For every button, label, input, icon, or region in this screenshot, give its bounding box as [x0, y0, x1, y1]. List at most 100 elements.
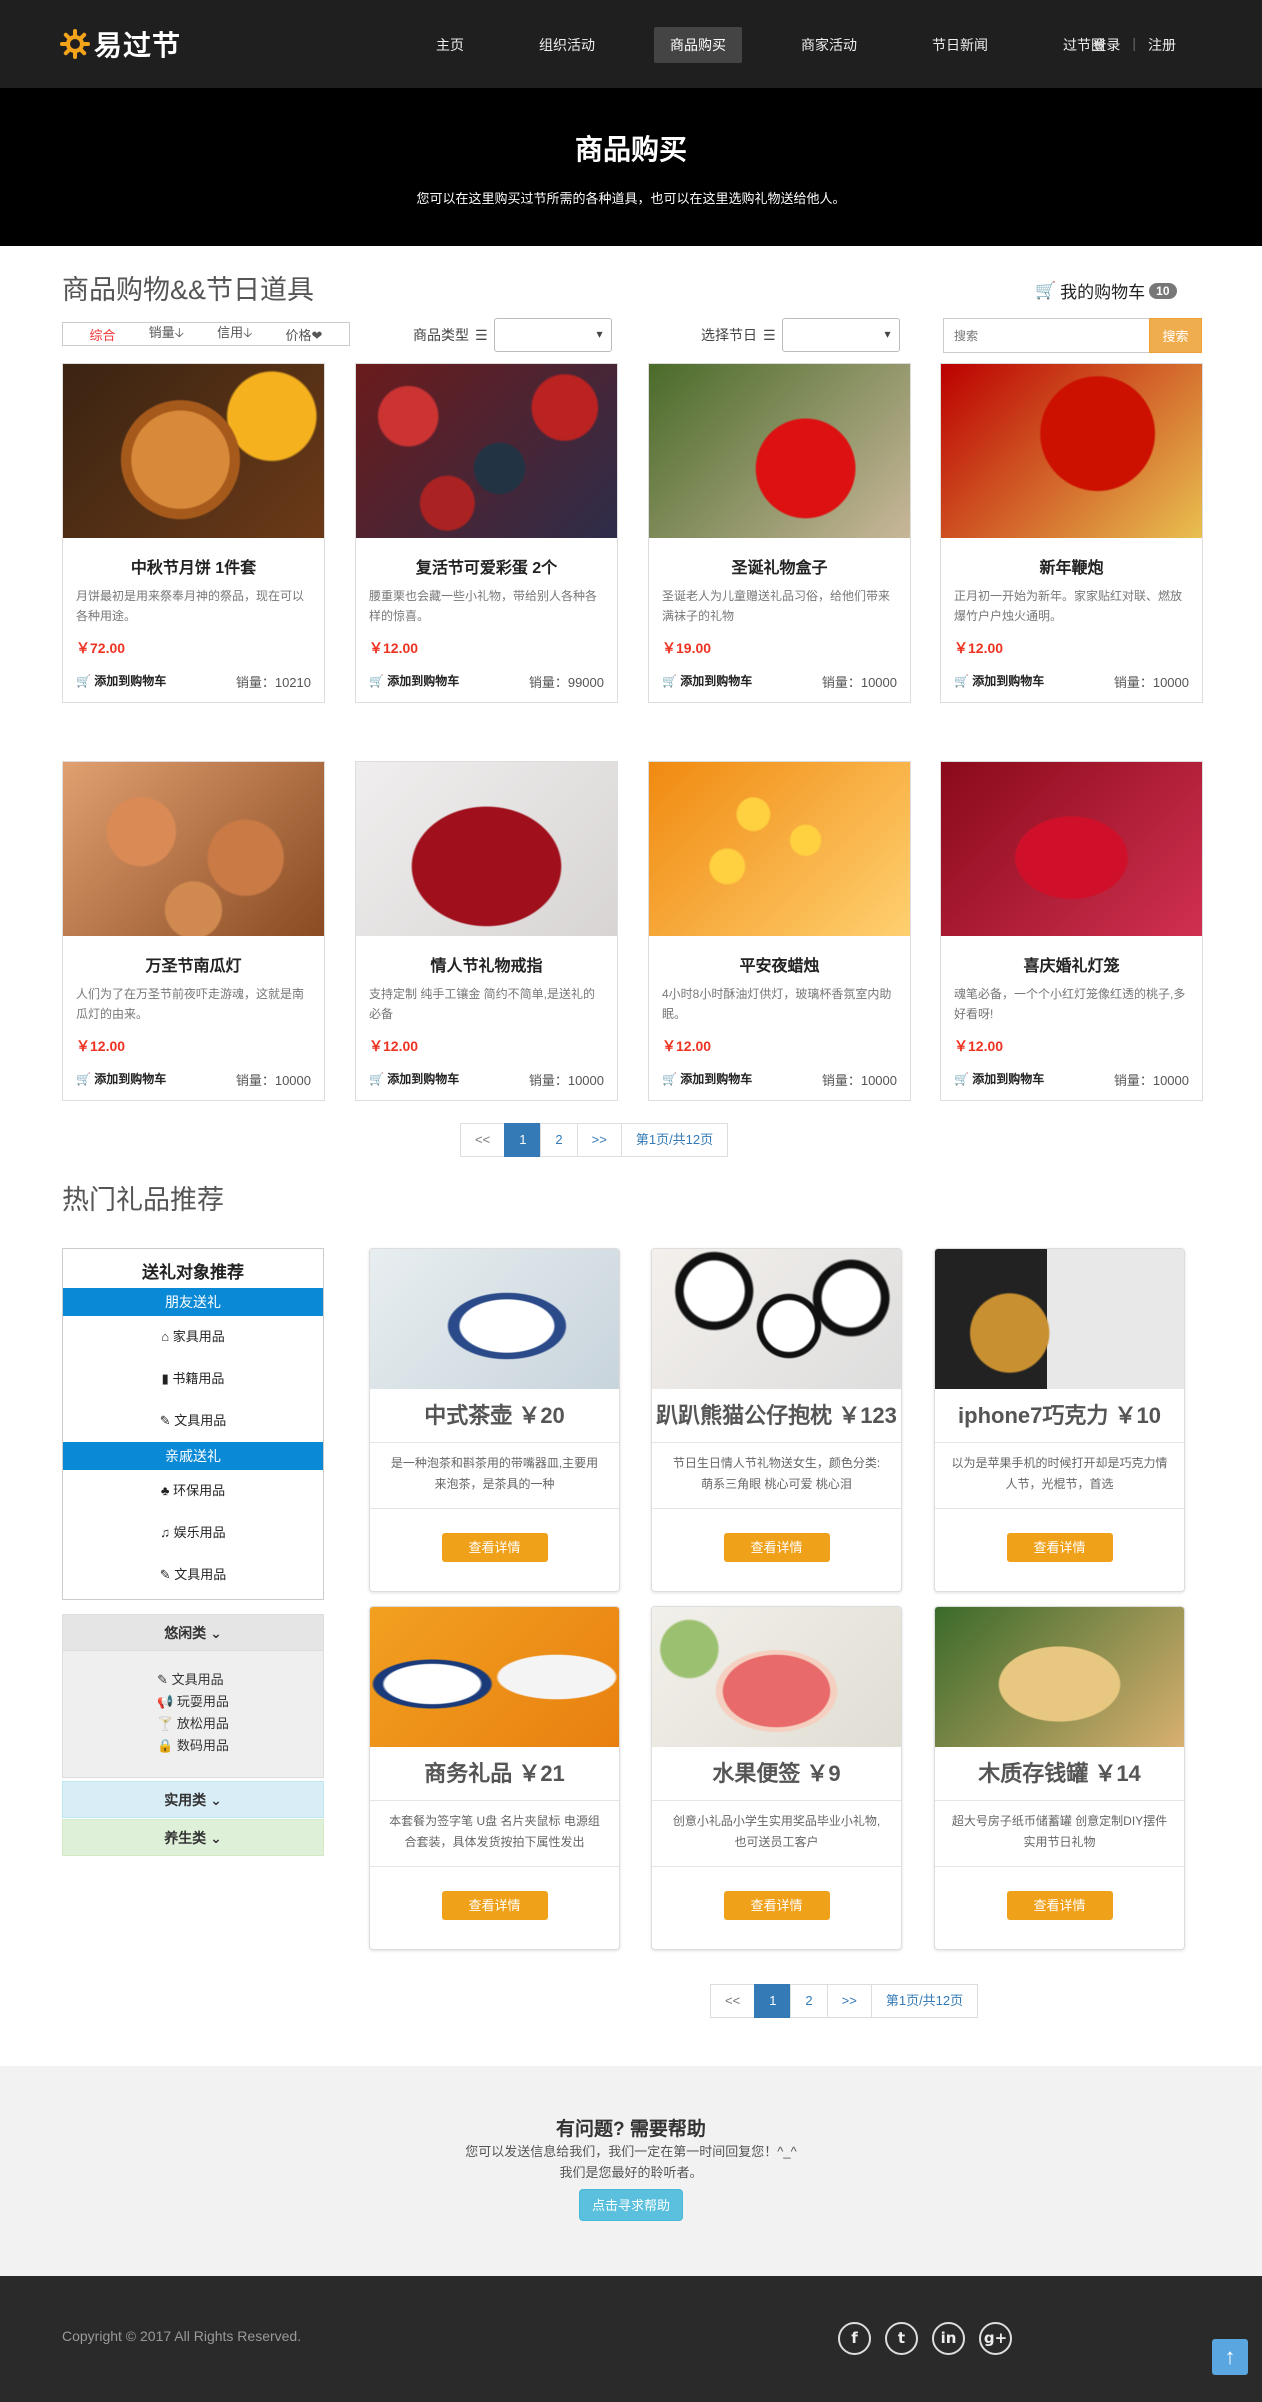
page-prev[interactable]: <<: [710, 1984, 756, 2018]
rec-item-furniture[interactable]: ⌂ 家具用品: [63, 1316, 323, 1358]
gift-title: 水果便签 ￥9: [652, 1747, 901, 1801]
acc-item-digital[interactable]: 🔒 数码用品: [157, 1735, 229, 1757]
product-card[interactable]: 中秋节月饼 1件套 月饼最初是用来祭奉月神的祭品，现在可以各种用途。 ￥72.00 🛒…: [62, 363, 325, 703]
help-button[interactable]: 点击寻求帮助: [578, 2189, 683, 2221]
gift-card[interactable]: 水果便签 ￥9 创意小礼品小学生实用奖品毕业小礼物,也可送员工客户 查看详情: [651, 1606, 902, 1950]
nav-shop[interactable]: 商品购买: [654, 27, 742, 63]
gift-card[interactable]: 中式茶壶 ￥20 是一种泡茶和斟茶用的带嘴器皿,主要用来泡茶，是茶具的一种 查看详情: [369, 1248, 620, 1592]
product-card[interactable]: 平安夜蜡烛 4小时8小时酥油灯供灯，玻璃杯香氛室内助眠。 ￥12.00 🛒 添加到购物…: [648, 761, 911, 1101]
accordion-leisure-header[interactable]: 悠闲类 ⌄: [62, 1614, 324, 1651]
view-details-button[interactable]: 查看详情: [1006, 1891, 1113, 1920]
type-select[interactable]: [493, 318, 612, 352]
accordion-health-header[interactable]: 养生类 ⌄: [62, 1819, 324, 1856]
my-cart[interactable]: 🛒 我的购物车 10: [1035, 278, 1177, 303]
back-to-top-icon[interactable]: ↑: [1212, 2339, 1248, 2375]
add-to-cart-button[interactable]: 🛒 添加到购物车: [369, 672, 459, 691]
product-image[interactable]: [941, 762, 1202, 936]
page-2[interactable]: 2: [790, 1984, 828, 2018]
page-next[interactable]: >>: [576, 1123, 622, 1157]
accordion-practical-header[interactable]: 实用类 ⌄: [62, 1781, 324, 1818]
nav-home[interactable]: 主页: [420, 27, 480, 63]
rec-group-relatives[interactable]: 亲戚送礼: [63, 1442, 323, 1470]
gift-card[interactable]: 商务礼品 ￥21 本套餐为签字笔 U盘 名片夹鼠标 电源组合套装，具体发货按拍下属…: [369, 1606, 620, 1950]
product-card[interactable]: 新年鞭炮 正月初一开始为新年。家家贴红对联、燃放爆竹户户烛火通明。 ￥12.00 🛒 …: [940, 363, 1203, 703]
view-details-button[interactable]: 查看详情: [1006, 1533, 1113, 1562]
product-name[interactable]: 情人节礼物戒指: [356, 952, 617, 976]
product-card[interactable]: 情人节礼物戒指 支持定制 纯手工镶金 简约不简单,是送礼的必备 ￥12.00 🛒 添加…: [355, 761, 618, 1101]
rec-item-stationery[interactable]: ✎ 文具用品: [63, 1400, 323, 1442]
product-name[interactable]: 中秋节月饼 1件套: [63, 554, 324, 578]
logo[interactable]: 易过节: [60, 24, 181, 64]
view-details-button[interactable]: 查看详情: [441, 1533, 548, 1562]
nav-news[interactable]: 节日新闻: [916, 27, 1004, 63]
product-name[interactable]: 万圣节南瓜灯: [63, 952, 324, 976]
rec-item-stationery-2[interactable]: ✎ 文具用品: [63, 1554, 323, 1596]
google-plus-icon[interactable]: g+: [979, 2322, 1012, 2355]
product-image[interactable]: [941, 364, 1202, 538]
sort-overall[interactable]: 综合: [90, 325, 116, 344]
product-image[interactable]: [63, 762, 324, 936]
nav-merchant[interactable]: 商家活动: [785, 27, 873, 63]
product-name[interactable]: 复活节可爱彩蛋 2个: [356, 554, 617, 578]
sort-sales[interactable]: 销量🡣: [149, 322, 184, 346]
page-1[interactable]: 1: [504, 1123, 542, 1157]
product-card[interactable]: 圣诞礼物盒子 圣诞老人为儿童赠送礼品习俗，给他们带来满袜子的礼物 ￥19.00 🛒 添…: [648, 363, 911, 703]
add-to-cart-button[interactable]: 🛒 添加到购物车: [954, 1070, 1044, 1089]
page-prev[interactable]: <<: [460, 1123, 506, 1157]
add-to-cart-button[interactable]: 🛒 添加到购物车: [76, 1070, 166, 1089]
rec-item-entertainment[interactable]: ♫ 娱乐用品: [63, 1512, 323, 1554]
chevron-down-icon: ⌄: [210, 1830, 222, 1846]
page-next[interactable]: >>: [826, 1984, 872, 2018]
register-link[interactable]: 注册: [1148, 35, 1176, 55]
gift-image[interactable]: [370, 1249, 619, 1389]
acc-item-relax[interactable]: 🍸 放松用品: [157, 1713, 229, 1735]
linkedin-icon[interactable]: in: [932, 2322, 965, 2355]
nav-organize[interactable]: 组织活动: [523, 27, 611, 63]
login-link[interactable]: 登录: [1092, 35, 1120, 55]
acc-item-stationery[interactable]: ✎ 文具用品: [157, 1669, 229, 1691]
add-to-cart-button[interactable]: 🛒 添加到购物车: [76, 672, 166, 691]
acc-item-play[interactable]: 📢 玩耍用品: [157, 1691, 229, 1713]
add-to-cart-button[interactable]: 🛒 添加到购物车: [954, 672, 1044, 691]
gift-card[interactable]: 木质存钱罐 ￥14 超大号房子纸币储蓄罐 创意定制DIY摆件 实用节日礼物 查看详情: [934, 1606, 1185, 1950]
product-name[interactable]: 喜庆婚礼灯笼: [941, 952, 1202, 976]
gift-image[interactable]: [652, 1249, 901, 1389]
rec-item-books[interactable]: ▮ 书籍用品: [63, 1358, 323, 1400]
product-name[interactable]: 新年鞭炮: [941, 554, 1202, 578]
auth-divider: |: [1132, 35, 1136, 51]
sort-credit[interactable]: 信用🡣: [217, 322, 252, 346]
add-to-cart-button[interactable]: 🛒 添加到购物车: [662, 672, 752, 691]
add-to-cart-button[interactable]: 🛒 添加到购物车: [662, 1070, 752, 1089]
page-1[interactable]: 1: [754, 1984, 792, 2018]
gift-image[interactable]: [652, 1607, 901, 1747]
product-card[interactable]: 万圣节南瓜灯 人们为了在万圣节前夜吓走游魂，这就是南瓜灯的由来。 ￥12.00 🛒 添…: [62, 761, 325, 1101]
add-to-cart-button[interactable]: 🛒 添加到购物车: [369, 1070, 459, 1089]
twitter-icon[interactable]: t: [885, 2322, 918, 2355]
rec-group-friends[interactable]: 朋友送礼: [63, 1288, 323, 1316]
rec-item-eco[interactable]: ♣ 环保用品: [63, 1470, 323, 1512]
product-image[interactable]: [649, 762, 910, 936]
search-input[interactable]: [943, 318, 1149, 353]
product-card[interactable]: 喜庆婚礼灯笼 魂笔必备，一个个小红灯笼像红透的桃子,多好看呀! ￥12.00 🛒 添加…: [940, 761, 1203, 1101]
product-card[interactable]: 复活节可爱彩蛋 2个 腰重栗也会藏一些小礼物，带给别人各种各样的惊喜。 ￥12.00…: [355, 363, 618, 703]
product-image[interactable]: [356, 364, 617, 538]
festival-select[interactable]: [781, 318, 900, 352]
sort-price[interactable]: 价格❤: [286, 325, 323, 344]
product-image[interactable]: [649, 364, 910, 538]
page-2[interactable]: 2: [540, 1123, 578, 1157]
view-details-button[interactable]: 查看详情: [441, 1891, 548, 1920]
view-details-button[interactable]: 查看详情: [723, 1891, 830, 1920]
product-name[interactable]: 平安夜蜡烛: [649, 952, 910, 976]
facebook-icon[interactable]: f: [838, 2322, 871, 2355]
product-image[interactable]: [63, 364, 324, 538]
gift-image[interactable]: [935, 1607, 1184, 1747]
search-button[interactable]: 搜索: [1149, 318, 1202, 353]
gift-card[interactable]: iphone7巧克力 ￥10 以为是苹果手机的时候打开却是巧克力情人节，光棍节，首…: [934, 1248, 1185, 1592]
view-details-button[interactable]: 查看详情: [723, 1533, 830, 1562]
gift-image[interactable]: [935, 1249, 1184, 1389]
product-image[interactable]: [356, 762, 617, 936]
product-name[interactable]: 圣诞礼物盒子: [649, 554, 910, 578]
gift-image[interactable]: [370, 1607, 619, 1747]
gift-card[interactable]: 趴趴熊猫公仔抱枕 ￥123 节日生日情人节礼物送女生，颜色分类: 萌系三角眼 桃心…: [651, 1248, 902, 1592]
cart-icon: 🛒: [954, 1072, 969, 1086]
